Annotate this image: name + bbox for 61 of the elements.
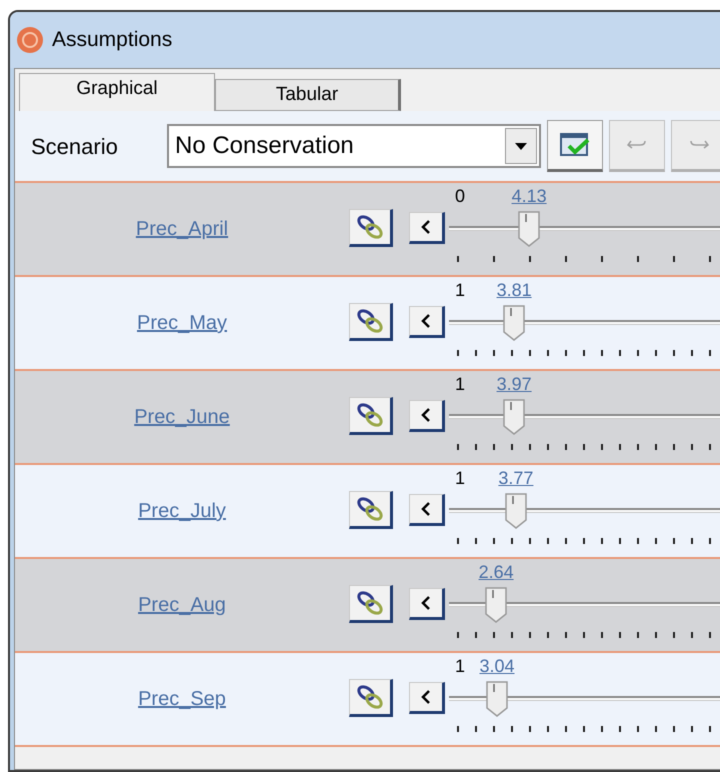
tab[interactable]: Graphical <box>19 73 215 111</box>
link-toggle-button[interactable] <box>349 303 393 341</box>
link-toggle-button[interactable] <box>349 397 393 435</box>
apply-button[interactable] <box>547 120 603 172</box>
slider-value-link[interactable]: 2.64 <box>478 563 514 581</box>
chain-link-icon <box>356 308 384 334</box>
slider-track[interactable] <box>449 602 720 607</box>
chain-link-icon <box>356 214 384 240</box>
link-toggle-button[interactable] <box>349 679 393 717</box>
slider-min-label: 1 <box>455 375 466 393</box>
variable-link[interactable]: Prec_Aug <box>138 590 226 620</box>
decrease-button[interactable] <box>409 588 445 620</box>
slider-value-link[interactable]: 3.77 <box>498 469 534 487</box>
slider-track[interactable] <box>449 226 720 231</box>
variable-link[interactable]: Prec_July <box>138 496 226 526</box>
chevron-left-icon <box>421 408 431 422</box>
variable-link[interactable]: Prec_April <box>136 214 228 244</box>
chevron-left-icon <box>421 314 431 328</box>
chevron-left-icon <box>421 690 431 704</box>
scenario-label: Scenario <box>31 132 119 160</box>
chevron-left-icon <box>421 596 431 610</box>
chain-link-icon <box>356 684 384 710</box>
chain-link-icon <box>356 590 384 616</box>
slider-min-label: 1 <box>455 657 466 675</box>
chain-link-icon <box>356 402 384 428</box>
variable-link[interactable]: Prec_May <box>136 308 228 338</box>
decrease-button[interactable] <box>409 682 445 714</box>
chevron-left-icon <box>421 220 431 234</box>
slider-min-label: 0 <box>455 187 466 205</box>
variable-link[interactable]: Prec_Sep <box>138 684 226 714</box>
slider-value-link[interactable]: 3.04 <box>479 657 515 675</box>
chevron-left-icon <box>421 502 431 516</box>
slider-thumb[interactable] <box>503 305 526 341</box>
link-toggle-button[interactable] <box>349 209 393 247</box>
slider-track[interactable] <box>449 696 720 701</box>
decrease-button[interactable] <box>409 212 445 244</box>
variable-link[interactable]: Prec_June <box>134 402 230 432</box>
slider-track[interactable] <box>449 320 720 325</box>
slider-value-link[interactable]: 3.81 <box>496 281 532 299</box>
tab[interactable]: Tabular <box>215 79 401 111</box>
link-toggle-button[interactable] <box>349 585 393 623</box>
slider-thumb[interactable] <box>518 211 540 247</box>
decrease-button[interactable] <box>409 494 445 526</box>
app-logo-icon <box>16 26 44 54</box>
slider-value-link[interactable]: 4.13 <box>512 187 547 205</box>
decrease-button[interactable] <box>409 400 445 432</box>
decrease-button[interactable] <box>409 306 445 338</box>
slider-thumb[interactable] <box>504 493 527 529</box>
slider-track[interactable] <box>449 508 720 513</box>
window-title: Assumptions <box>52 27 172 54</box>
slider-min-label: 1 <box>455 469 466 487</box>
slider-thumb[interactable] <box>486 681 508 717</box>
scenario-dropdown[interactable]: No Conservation <box>167 124 541 168</box>
slider-value-link[interactable]: 3.97 <box>496 375 532 393</box>
link-toggle-button[interactable] <box>349 491 393 529</box>
slider-thumb[interactable] <box>503 399 526 435</box>
window-check-icon <box>560 132 590 158</box>
slider-min-label: 1 <box>455 281 466 299</box>
slider-thumb[interactable] <box>485 587 508 623</box>
chain-link-icon <box>356 496 384 522</box>
slider-track[interactable] <box>449 414 720 419</box>
